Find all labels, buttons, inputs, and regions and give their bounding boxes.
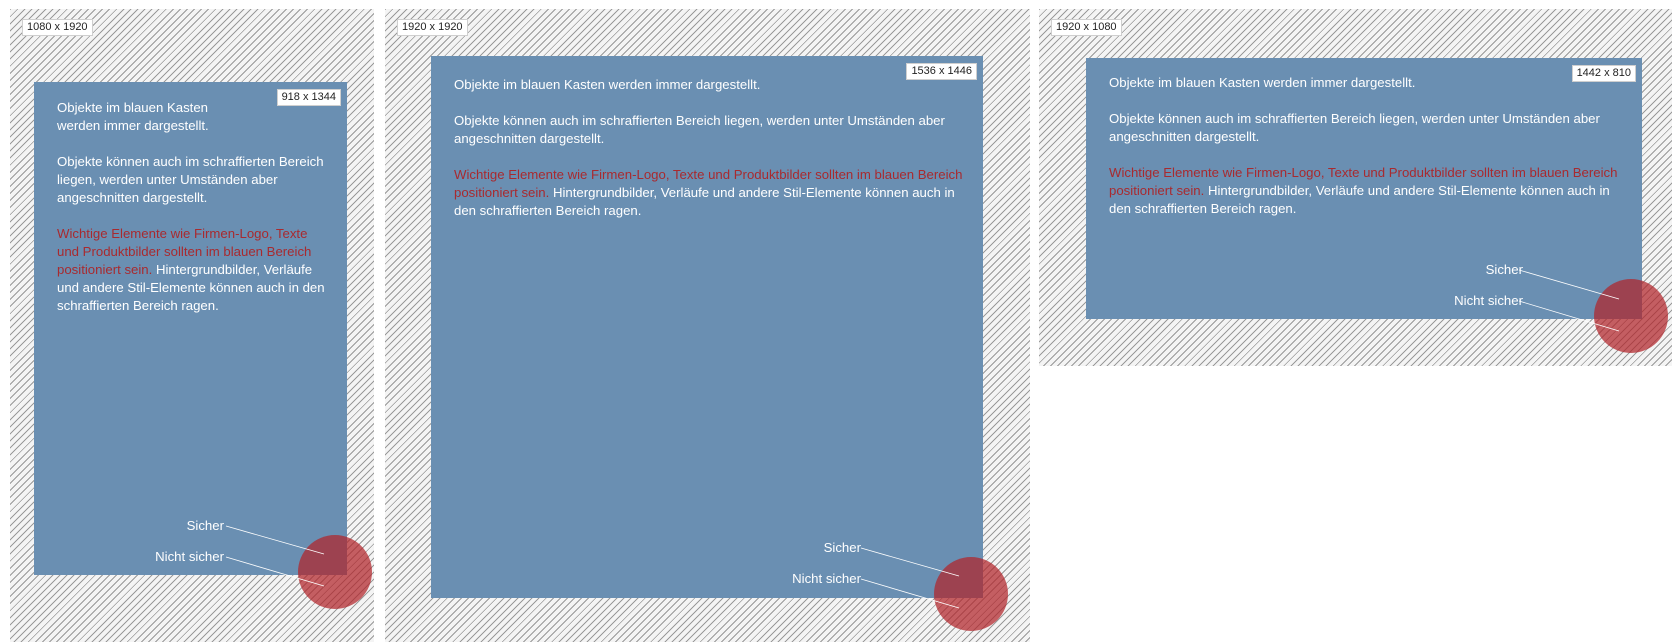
text-hatched-area: Objekte können auch im schraffierten Ber… — [454, 113, 945, 146]
text-hatched-area: Objekte können auch im schraffierten Ber… — [1109, 111, 1600, 144]
canvas-size-label: 1920 x 1920 — [397, 19, 468, 36]
label-nicht-sicher: Nicht sicher — [792, 571, 861, 586]
safe-area-size-label: 918 x 1344 — [276, 89, 341, 106]
text-always-shown: Objekte im blauen Kasten werden immer da… — [1109, 75, 1416, 90]
safe-area: 1442 x 810 Objekte im blauen Kasten werd… — [1086, 58, 1642, 319]
marker-circle — [934, 557, 1008, 631]
label-nicht-sicher: Nicht sicher — [1454, 293, 1523, 308]
text-hatched-area: Objekte können auch im schraffierten Ber… — [57, 154, 324, 205]
info-text: Objekte im blauen Kasten werden immer da… — [1109, 74, 1634, 218]
panel-landscape: 1920 x 1080 1442 x 810 Objekte im blauen… — [1039, 9, 1672, 366]
label-sicher: Sicher — [1485, 262, 1523, 277]
label-nicht-sicher: Nicht sicher — [155, 549, 224, 564]
text-guidance: Wichtige Elemente wie Firmen-Logo, Texte… — [454, 166, 969, 220]
text-always-shown: Objekte im blauen Kasten werden immer da… — [454, 77, 761, 92]
safe-area-size-label: 1536 x 1446 — [906, 63, 977, 80]
info-text: Objekte im blauen Kasten werden immer da… — [57, 99, 332, 315]
label-sicher: Sicher — [186, 518, 224, 533]
marker-circle — [298, 535, 372, 609]
panel-portrait: 1080 x 1920 918 x 1344 Objekte im blauen… — [10, 9, 374, 642]
safe-area: 1536 x 1446 Objekte im blauen Kasten wer… — [431, 56, 983, 598]
text-guidance: Wichtige Elemente wie Firmen-Logo, Texte… — [57, 225, 332, 315]
marker-circle — [1594, 279, 1668, 353]
info-text: Objekte im blauen Kasten werden immer da… — [454, 76, 969, 220]
text-always-shown: Objekte im blauen Kasten werden immer da… — [57, 100, 209, 133]
panel-square: 1920 x 1920 1536 x 1446 Objekte im blaue… — [385, 9, 1030, 642]
safe-area-size-label: 1442 x 810 — [1571, 65, 1636, 82]
canvas-size-label: 1080 x 1920 — [22, 19, 93, 36]
text-guidance: Wichtige Elemente wie Firmen-Logo, Texte… — [1109, 164, 1634, 218]
safe-area: 918 x 1344 Objekte im blauen Kasten werd… — [34, 82, 347, 575]
canvas-size-label: 1920 x 1080 — [1051, 19, 1122, 36]
label-sicher: Sicher — [823, 540, 861, 555]
